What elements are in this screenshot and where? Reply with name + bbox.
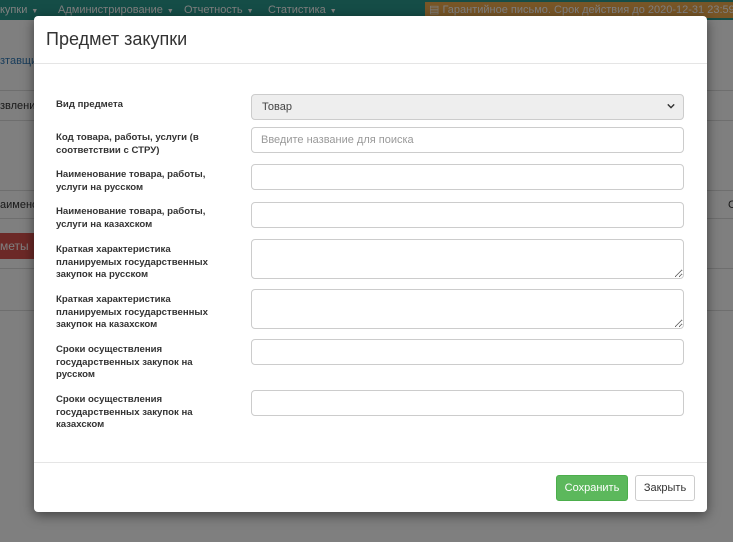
terms-kz-label: Сроки осуществления государственных заку… (56, 394, 193, 430)
desc-kz-label: Краткая характеристика планируемых госуд… (56, 294, 208, 330)
stru-code-search-input[interactable] (251, 127, 684, 153)
desc-ru-textarea[interactable] (251, 239, 684, 279)
save-button[interactable]: Сохранить (556, 475, 628, 501)
item-type-selected-value: Товар (262, 101, 292, 113)
name-ru-label: Наименование товара, работы, услуги на р… (56, 169, 206, 193)
item-type-label: Вид предмета (56, 99, 124, 110)
modal-footer: Сохранить Закрыть (34, 462, 707, 513)
name-kz-input[interactable] (251, 202, 684, 228)
stru-code-label: Код товара, работы, услуги (в соответств… (56, 132, 199, 156)
name-kz-label: Наименование товара, работы, услуги на к… (56, 206, 206, 230)
name-ru-input[interactable] (251, 164, 684, 190)
chevron-down-icon (667, 103, 675, 109)
terms-ru-label: Сроки осуществления государственных заку… (56, 344, 193, 380)
modal-title: Предмет закупки (46, 29, 188, 49)
modal-header: Предмет закупки (34, 16, 707, 64)
desc-ru-label: Краткая характеристика планируемых госуд… (56, 244, 208, 280)
terms-kz-input[interactable] (251, 390, 684, 416)
item-type-select[interactable]: Товар (251, 94, 684, 120)
terms-ru-input[interactable] (251, 339, 684, 365)
close-button[interactable]: Закрыть (635, 475, 695, 501)
purchase-item-modal: Предмет закупки Вид предмета Товар Код т… (34, 16, 707, 512)
desc-kz-textarea[interactable] (251, 289, 684, 329)
